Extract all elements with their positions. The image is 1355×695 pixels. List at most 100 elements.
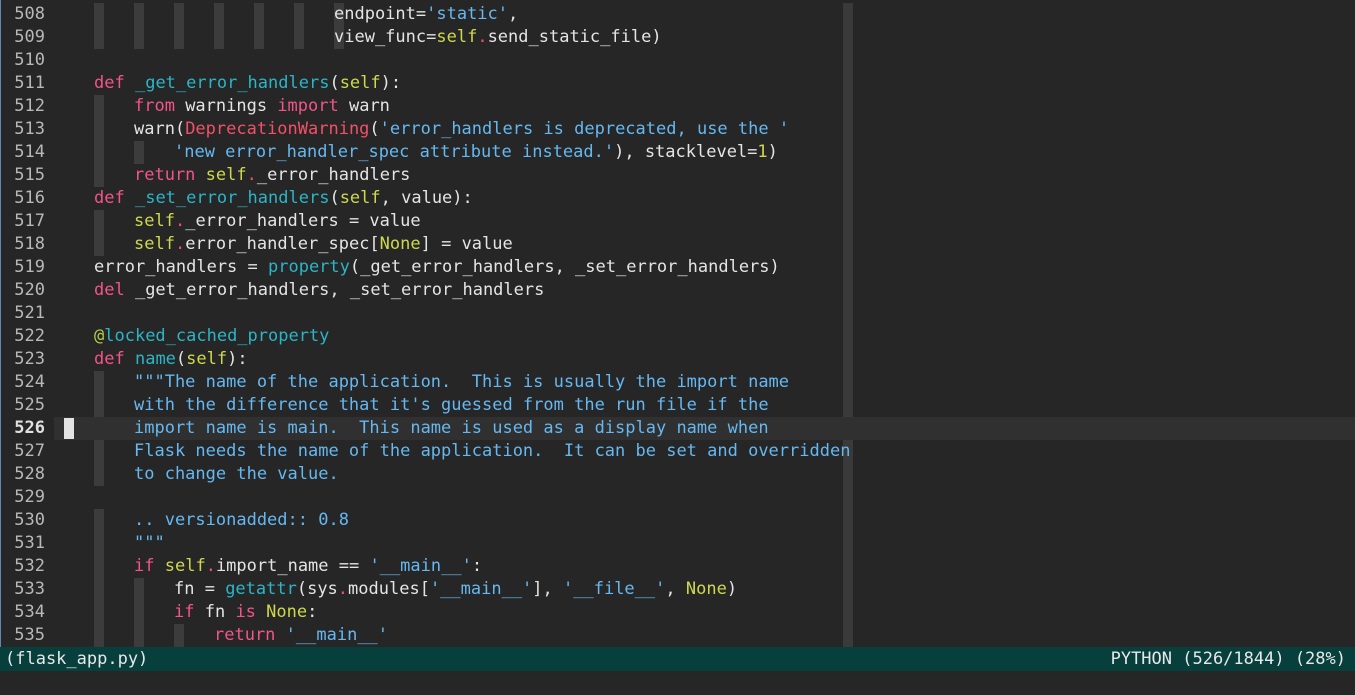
minibuffer[interactable] (0, 671, 1355, 695)
indent-guide (94, 532, 104, 555)
code-token: Flask needs the name of the application.… (134, 441, 851, 461)
code-text: if self.import_name == '__main__': (134, 555, 482, 578)
code-line[interactable]: self.error_handler_spec[None] = value (54, 233, 1355, 256)
code-token: endpoint= (334, 4, 427, 24)
code-token: _error_handlers (256, 165, 411, 185)
code-token: '__main__' (369, 556, 472, 576)
code-token: '__main__' (285, 625, 389, 645)
code-line[interactable]: del _get_error_handlers, _set_error_hand… (54, 279, 1355, 302)
line-number: 513 (14, 119, 45, 139)
code-line[interactable]: def _set_error_handlers(self, value): (54, 187, 1355, 210)
code-line[interactable]: view_func=self.send_static_file) (54, 26, 1355, 49)
line-number: 521 (14, 303, 45, 323)
indent-guide (94, 624, 104, 647)
code-token: def (94, 73, 125, 93)
code-token: : (307, 602, 318, 622)
code-token: self (134, 234, 175, 254)
code-line[interactable] (54, 302, 1355, 325)
code-line[interactable]: to change the value. (54, 463, 1355, 486)
code-token: , value): (380, 188, 473, 208)
code-text: fn = getattr(sys.modules['__main__'], '_… (174, 578, 737, 601)
code-token: warn (338, 96, 390, 116)
code-line[interactable]: if fn is None: (54, 601, 1355, 624)
line-number: 535 (14, 625, 45, 645)
code-token: ( (175, 349, 187, 369)
code-line[interactable]: Flask needs the name of the application.… (54, 440, 1355, 463)
code-token: self (339, 188, 381, 208)
code-token: import name is main. This name is used a… (134, 418, 769, 438)
code-token: if (174, 602, 195, 622)
code-text: Flask needs the name of the application.… (134, 440, 850, 463)
code-line[interactable]: self._error_handlers = value (54, 210, 1355, 233)
indent-guide (134, 26, 144, 49)
code-line[interactable]: .. versionadded:: 0.8 (54, 509, 1355, 532)
code-token: self (134, 211, 175, 231)
code-line[interactable]: def _get_error_handlers(self): (54, 72, 1355, 95)
code-text: @locked_cached_property (94, 325, 329, 348)
code-line[interactable]: fn = getattr(sys.modules['__main__'], '_… (54, 578, 1355, 601)
code-text: .. versionadded:: 0.8 (134, 509, 349, 532)
code-token: error_handlers = (94, 257, 268, 277)
code-token: , (508, 4, 519, 24)
code-token: . (246, 165, 257, 185)
code-line[interactable]: 'new error_handler_spec attribute instea… (54, 141, 1355, 164)
indent-guide (94, 371, 104, 394)
code-area[interactable]: endpoint='static', view_func=self.send_st… (54, 3, 1355, 647)
line-number: 531 (14, 533, 45, 553)
line-number: 528 (14, 464, 45, 484)
code-line[interactable]: @locked_cached_property (54, 325, 1355, 348)
indent-guide (94, 95, 104, 118)
line-number: 516 (14, 188, 45, 208)
indent-guide (94, 26, 104, 49)
code-token: import (277, 96, 339, 116)
code-line[interactable]: """ (54, 532, 1355, 555)
mode-position-info: PYTHON (526/1844) (28%) (1110, 649, 1346, 669)
code-token: 'static' (426, 4, 509, 24)
code-text: def _get_error_handlers(self): (94, 72, 401, 95)
code-token: _set_error_handlers (134, 188, 330, 208)
line-number: 518 (14, 234, 45, 254)
code-line[interactable]: from warnings import warn (54, 95, 1355, 118)
code-text: error_handlers = property(_get_error_han… (94, 256, 780, 279)
indent-guide (94, 3, 104, 26)
indent-guide (94, 578, 104, 601)
code-token: locked_cached_property (104, 326, 330, 346)
code-token: ), stacklevel= (614, 142, 758, 162)
code-token: self (436, 27, 478, 47)
code-line[interactable]: endpoint='static', (54, 3, 1355, 26)
code-line[interactable] (54, 486, 1355, 509)
indent-guide (94, 394, 104, 417)
code-line[interactable]: error_handlers = property(_get_error_han… (54, 256, 1355, 279)
code-token: . (174, 234, 186, 254)
indent-guide (134, 624, 144, 647)
code-token: send_static_file) (487, 27, 662, 47)
indent-guide (134, 141, 144, 164)
indent-guide (174, 26, 184, 49)
code-token: return (214, 625, 276, 645)
code-token: _get_error_handlers, _set_error_handlers (124, 280, 545, 300)
line-number: 524 (14, 372, 45, 392)
code-token: error_handler_spec[ (185, 234, 380, 254)
code-token: @ (94, 326, 105, 346)
line-number: 519 (14, 257, 45, 277)
code-token: _error_handlers = value (185, 211, 421, 231)
code-line[interactable]: """The name of the application. This is … (54, 371, 1355, 394)
code-line[interactable]: def name(self): (54, 348, 1355, 371)
code-token: fn = (174, 579, 226, 599)
code-text: return '__main__' (214, 624, 388, 647)
code-line[interactable] (54, 49, 1355, 72)
code-line[interactable]: return '__main__' (54, 624, 1355, 647)
code-line[interactable]: return self._error_handlers (54, 164, 1355, 187)
code-token: 'error_handlers is deprecated, use the ' (379, 119, 790, 139)
code-token: ( (329, 188, 340, 208)
indent-guide (214, 26, 224, 49)
code-token: self (339, 73, 381, 93)
code-token: (_get_error_handlers, _set_error_handler… (349, 257, 780, 277)
current-code-line[interactable]: import name is main. This name is used a… (54, 417, 1355, 440)
code-line[interactable]: with the difference that it's guessed fr… (54, 394, 1355, 417)
code-editor-window[interactable]: 508 509 510 511 512 513 514 515 516 517 518 519 520 5… (0, 0, 1355, 695)
code-line[interactable]: if self.import_name == '__main__': (54, 555, 1355, 578)
code-line[interactable]: warn(DeprecationWarning('error_handlers … (54, 118, 1355, 141)
code-token: None (379, 234, 421, 254)
